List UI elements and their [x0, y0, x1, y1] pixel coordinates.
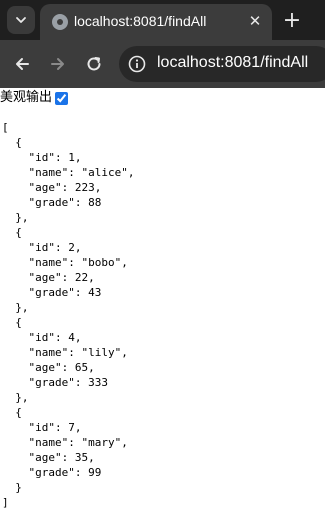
- chevron-down-icon: [16, 17, 26, 23]
- arrow-left-icon: [16, 58, 29, 70]
- json-line: "name": "mary",: [2, 436, 128, 449]
- json-line: },: [2, 391, 29, 404]
- json-line: "name": "bobo",: [2, 256, 128, 269]
- tab-active[interactable]: localhost:8081/findAll ✕: [40, 4, 272, 40]
- json-line: {: [2, 316, 22, 329]
- json-line: ]: [2, 496, 9, 509]
- info-icon[interactable]: [127, 54, 147, 74]
- json-line: },: [2, 301, 29, 314]
- json-line: "grade": 333: [2, 376, 108, 389]
- page-content: 美观输出 [ { "id": 1, "name": "alice", "age"…: [0, 88, 325, 528]
- json-line: "name": "alice",: [2, 166, 135, 179]
- json-line: },: [2, 211, 29, 224]
- json-line: "grade": 43: [2, 286, 102, 299]
- tab-search-button[interactable]: [7, 6, 35, 34]
- json-output: [ { "id": 1, "name": "alice", "age": 223…: [2, 120, 134, 510]
- pretty-print-row: 美观输出: [0, 89, 69, 107]
- tab-strip: localhost:8081/findAll ✕ +: [0, 0, 325, 40]
- json-line: "age": 35,: [2, 451, 95, 464]
- pretty-print-label: 美观输出: [0, 90, 53, 105]
- json-line: "name": "lily",: [2, 346, 128, 359]
- json-line: "id": 4,: [2, 331, 82, 344]
- json-line: {: [2, 226, 22, 239]
- tab-title: localhost:8081/findAll: [74, 13, 207, 29]
- json-line: }: [2, 481, 22, 494]
- pretty-print-checkbox[interactable]: [55, 91, 69, 105]
- json-line: {: [2, 406, 22, 419]
- globe-icon: [52, 14, 68, 30]
- reload-button[interactable]: [82, 52, 106, 76]
- json-line: "age": 22,: [2, 271, 95, 284]
- browser-toolbar: localhost:8081/findAll: [0, 40, 325, 88]
- json-line: "age": 65,: [2, 361, 95, 374]
- json-line: [: [2, 121, 9, 134]
- json-line: {: [2, 136, 22, 149]
- json-line: "age": 223,: [2, 181, 102, 194]
- json-line: "grade": 88: [2, 196, 102, 209]
- forward-button[interactable]: [46, 52, 70, 76]
- back-button[interactable]: [10, 52, 34, 76]
- json-line: "id": 2,: [2, 241, 82, 254]
- address-bar[interactable]: localhost:8081/findAll: [119, 46, 325, 82]
- new-tab-button[interactable]: +: [280, 8, 304, 33]
- json-line: "id": 1,: [2, 151, 82, 164]
- reload-icon: [87, 57, 101, 71]
- url-text[interactable]: localhost:8081/findAll: [157, 54, 308, 72]
- arrow-right-icon: [51, 58, 64, 70]
- json-line: "id": 7,: [2, 421, 82, 434]
- close-icon[interactable]: ✕: [246, 12, 264, 30]
- json-line: "grade": 99: [2, 466, 102, 479]
